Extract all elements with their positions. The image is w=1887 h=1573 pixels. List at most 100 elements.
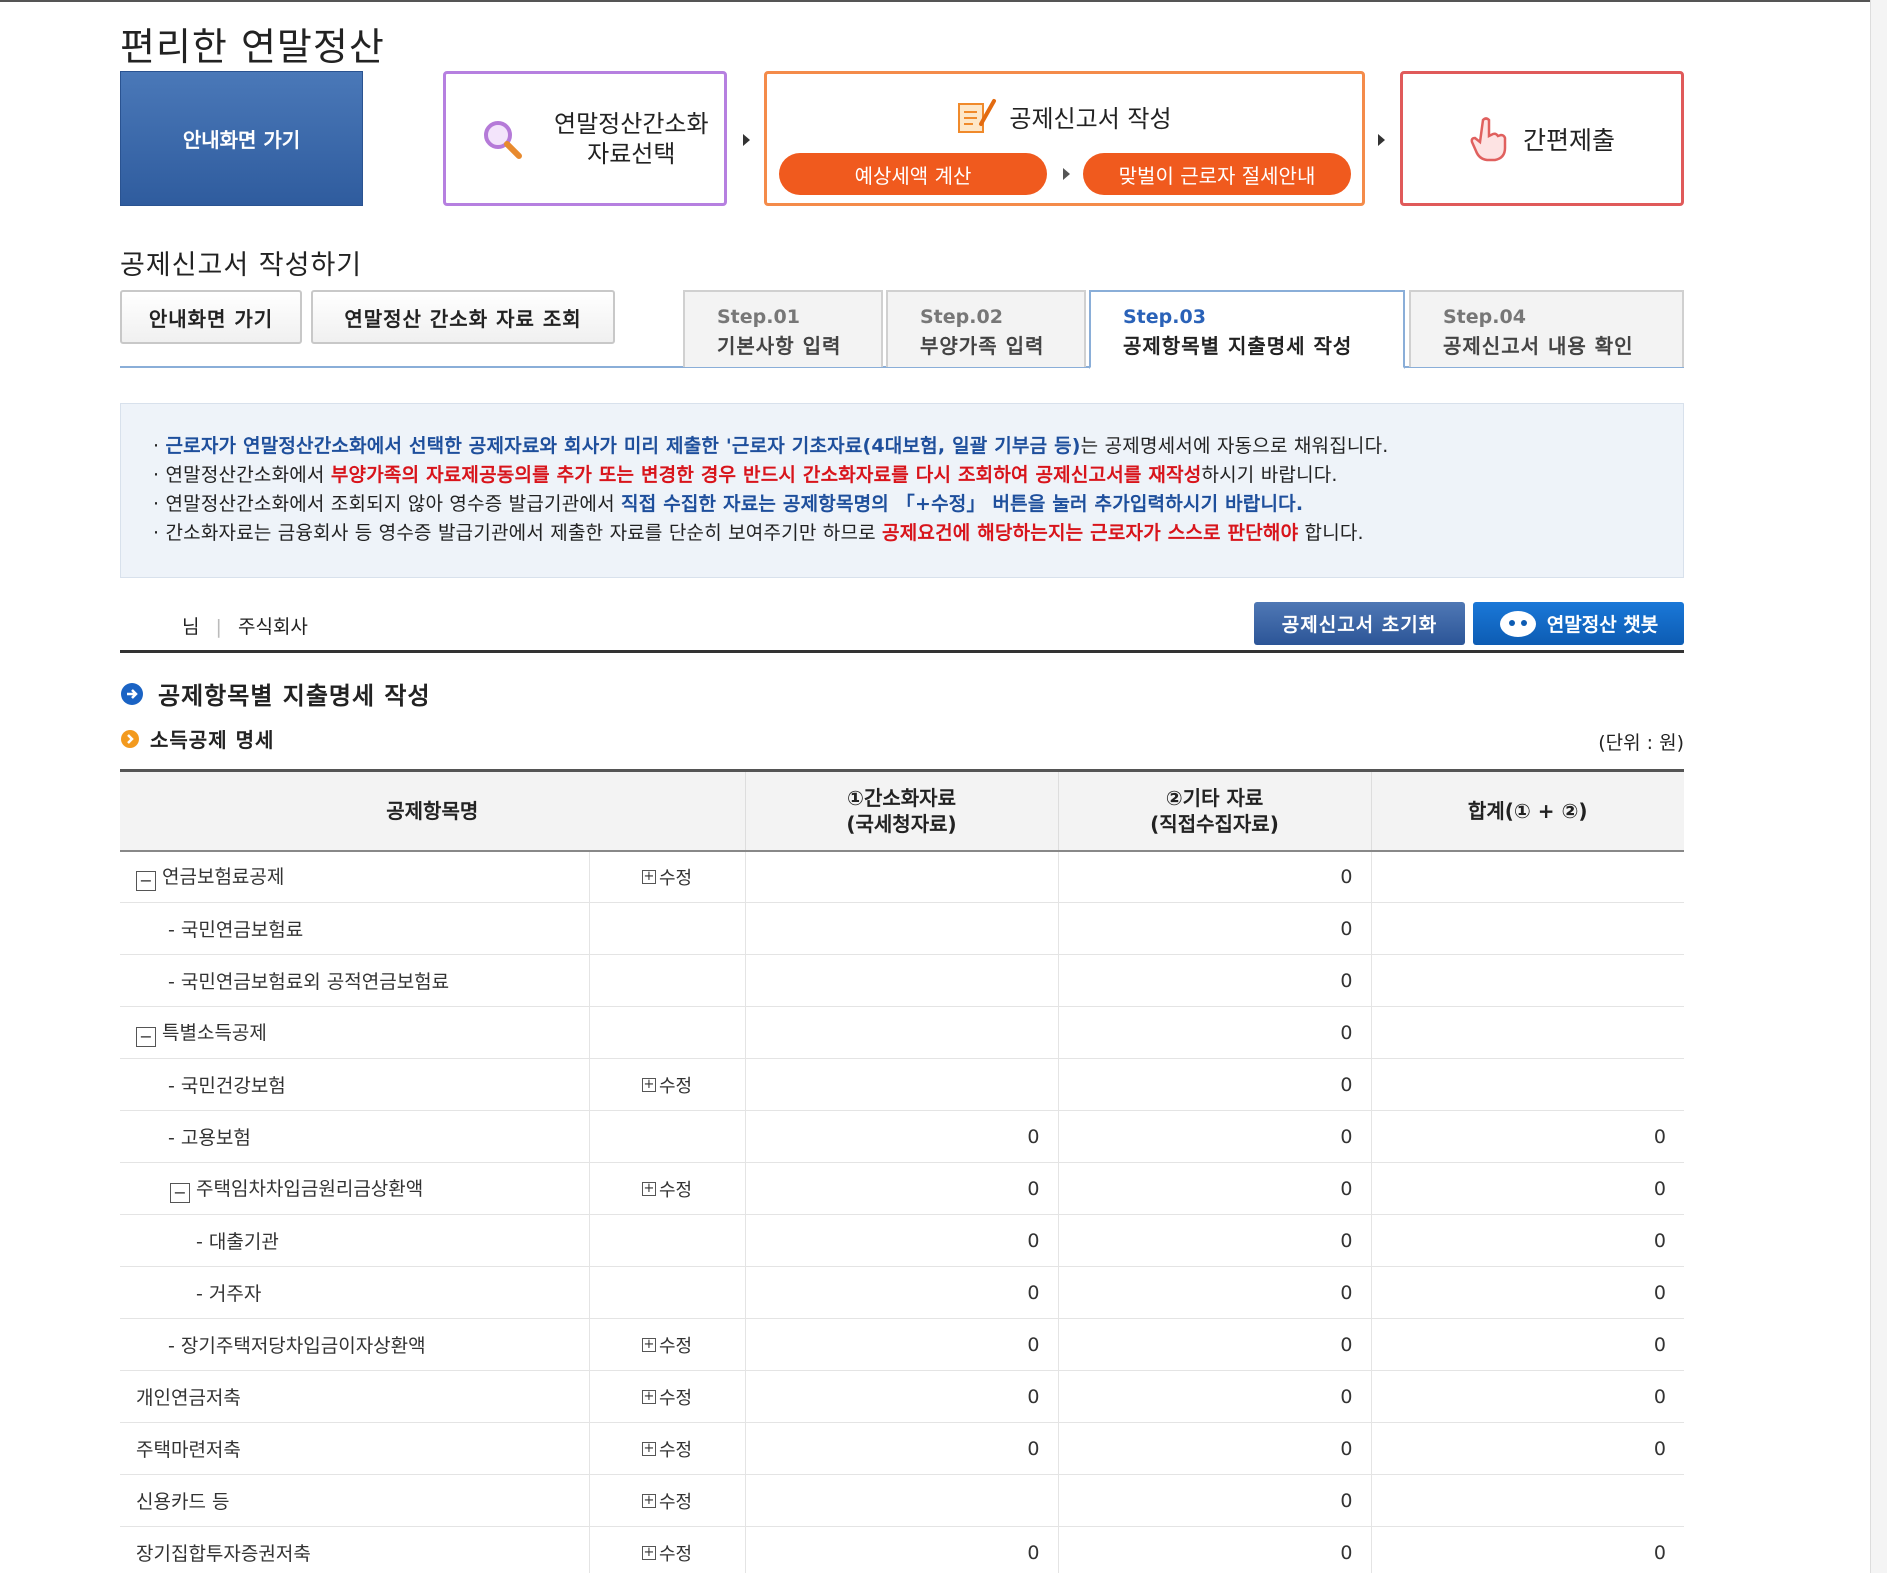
table-row: - 장기주택저당차입금이자상환액 + 수정 0 0 0: [120, 1318, 1684, 1371]
item-name: 신용카드 등: [136, 1491, 230, 1513]
item-name: - 장기주택저당차입금이자상환액: [168, 1335, 426, 1357]
item-name-cell: 주택마련저축: [120, 1422, 589, 1475]
plus-square-icon: +: [641, 1077, 656, 1092]
arrow-circle-icon: [121, 682, 143, 705]
guide-button[interactable]: 안내화면 가기: [120, 290, 302, 344]
plus-square-icon: +: [641, 869, 656, 885]
notice-highlight: 직접 수집한 자료는 공제항목명의 「+수정」 버튼을 눌러 추가입력하시기 바…: [621, 493, 1304, 515]
edit-label: 수정: [658, 1180, 693, 1201]
total-amount: [1370, 1006, 1684, 1059]
step-title: 공제신고서 내용 확인: [1443, 334, 1634, 358]
plus-square-icon: +: [641, 1441, 656, 1456]
step-title: 공제항목별 지출명세 작성: [1123, 334, 1353, 358]
tab-step-02[interactable]: Step.02 부양가족 입력: [886, 290, 1086, 367]
edit-cell: [588, 1110, 745, 1163]
notice-line-4: · 간소화자료는 금융회사 등 영수증 발급기관에서 제출한 자료를 단순히 보…: [153, 522, 1364, 544]
item-name-cell: - 국민연금보험료외 공적연금보험료: [120, 954, 589, 1007]
tab-step-01[interactable]: Step.01 기본사항 입력: [683, 290, 883, 367]
collapse-toggle-icon[interactable]: −: [136, 871, 156, 892]
edit-label: 수정: [658, 1440, 693, 1461]
other-amount: 0: [1057, 902, 1371, 955]
tab-step-04[interactable]: Step.04 공제신고서 내용 확인: [1409, 290, 1684, 367]
plus-square-icon: +: [641, 1389, 656, 1404]
table-header-row: 공제항목명 ①간소화자료 (국세청자료) ②기타 자료 (직접수집자료) 합계(① …: [120, 769, 1684, 852]
simplified-amount: [744, 902, 1058, 955]
edit-cell: + 수정: [588, 1162, 745, 1215]
table-row: - 고용보험 0 0 0: [120, 1110, 1684, 1163]
lookup-simplified-data-button[interactable]: 연말정산 간소화 자료 조회: [311, 290, 615, 344]
dual-income-guide-button[interactable]: 맞벌이 근로자 절세안내: [1083, 153, 1351, 195]
simplified-amount: 0: [744, 1422, 1058, 1475]
item-name-cell: 개인연금저축: [120, 1370, 589, 1423]
item-name: 주택임차차입금원리금상환액: [196, 1178, 424, 1200]
edit-button[interactable]: + 수정: [641, 864, 692, 890]
step-title: 부양가족 입력: [920, 334, 1045, 358]
simplified-amount: 0: [744, 1162, 1058, 1215]
notice-text: 연말정산간소화에서: [165, 464, 331, 486]
step-number: Step.02: [920, 306, 1003, 328]
total-amount: 0: [1370, 1318, 1684, 1371]
collapse-toggle-icon[interactable]: −: [170, 1183, 190, 1203]
chevron-circle-icon: [121, 729, 139, 748]
item-name: 주택마련저축: [136, 1439, 241, 1461]
header-line: (국세청자료): [846, 811, 957, 836]
simplified-amount: [744, 1474, 1058, 1527]
guide-page-button[interactable]: 안내화면 가기: [120, 71, 363, 206]
edit-cell: [588, 954, 745, 1007]
edit-button[interactable]: + 수정: [641, 1436, 693, 1462]
tab-step-03[interactable]: Step.03 공제항목별 지출명세 작성: [1089, 290, 1405, 369]
edit-button[interactable]: + 수정: [641, 1488, 692, 1514]
total-amount: 0: [1370, 1370, 1684, 1423]
other-amount: 0: [1057, 1006, 1371, 1059]
easy-submit-box[interactable]: 간편제출: [1400, 71, 1684, 206]
select-label-line2: 자료선택: [587, 139, 676, 168]
edit-cell: [588, 902, 745, 955]
edit-cell: [588, 1266, 745, 1319]
reset-form-button[interactable]: 공제신고서 초기화: [1254, 602, 1465, 645]
simplified-amount: 0: [744, 1370, 1058, 1423]
table-row: 신용카드 등 + 수정 0: [120, 1474, 1684, 1527]
simplified-amount: [744, 850, 1058, 903]
item-name: - 고용보험: [168, 1127, 251, 1149]
notice-warning: 부양가족의 자료제공동의를 추가 또는 변경한 경우 반드시 간소화자료를 다시…: [330, 464, 1202, 486]
table-row: − 연금보험료공제 + 수정 0: [120, 850, 1684, 903]
edit-button[interactable]: + 수정: [641, 1540, 692, 1566]
other-amount: 0: [1057, 1214, 1371, 1267]
collapse-toggle-icon[interactable]: −: [136, 1027, 156, 1047]
scrollbar[interactable]: [1870, 0, 1887, 1573]
edit-button[interactable]: + 수정: [641, 1332, 692, 1358]
item-name: 개인연금저축: [136, 1387, 241, 1409]
simplified-amount: 0: [744, 1214, 1058, 1267]
simplified-amount: 0: [744, 1526, 1058, 1573]
edit-cell: + 수정: [588, 1474, 745, 1527]
item-name: - 국민건강보험: [168, 1075, 286, 1097]
estimate-tax-button[interactable]: 예상세액 계산: [779, 153, 1047, 195]
other-amount: 0: [1057, 954, 1371, 1007]
other-amount: 0: [1057, 1370, 1371, 1423]
simplified-amount: [744, 1006, 1058, 1059]
simplified-data-select-box[interactable]: 연말정산간소화 자료선택: [443, 71, 727, 206]
notice-text: 합니다.: [1298, 522, 1364, 544]
simplified-amount: 0: [744, 1318, 1058, 1371]
simplified-amount: [744, 1058, 1058, 1111]
total-amount: 0: [1370, 1526, 1684, 1573]
chatbot-label: 연말정산 챗봇: [1546, 614, 1659, 636]
edit-button[interactable]: + 수정: [641, 1072, 692, 1098]
item-name-cell: 장기집합투자증권저축: [120, 1526, 589, 1573]
chatbot-button[interactable]: 연말정산 챗봇: [1473, 602, 1684, 645]
edit-button[interactable]: + 수정: [641, 1384, 692, 1410]
simplified-amount: [744, 954, 1058, 1007]
item-name-cell: - 거주자: [120, 1266, 589, 1319]
plus-square-icon: +: [641, 1181, 656, 1196]
notice-text: 간소화자료는 금융회사 등 영수증 발급기관에서 제출한 자료를 단순히 보여주…: [165, 522, 883, 544]
chatbot-icon: [1499, 610, 1536, 637]
item-name-cell: 신용카드 등: [120, 1474, 589, 1527]
process-arrow-icon: [743, 134, 750, 146]
item-name: 연금보험료공제: [162, 866, 285, 889]
item-name-cell: - 장기주택저당차입금이자상환액: [120, 1318, 589, 1371]
deduction-table: 공제항목명 ①간소화자료 (국세청자료) ②기타 자료 (직접수집자료) 합계(① …: [120, 769, 1684, 1573]
other-amount: 0: [1057, 850, 1371, 903]
table-row: 주택마련저축 + 수정 0 0 0: [120, 1422, 1684, 1475]
edit-button[interactable]: + 수정: [641, 1176, 693, 1202]
header-line: ①간소화자료: [847, 785, 956, 810]
